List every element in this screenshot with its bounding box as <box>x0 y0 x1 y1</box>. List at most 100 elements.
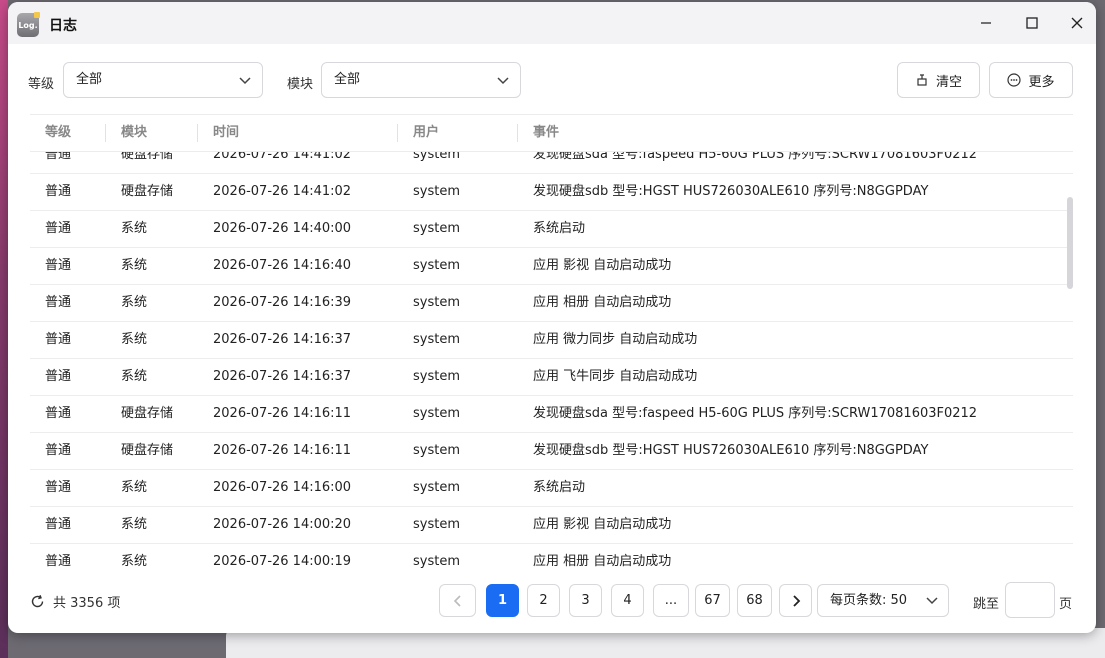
cell-level: 普通 <box>45 295 72 310</box>
chevron-down-icon <box>239 77 251 85</box>
cell-event: 系统启动 <box>533 480 586 495</box>
clear-button[interactable]: 清空 <box>897 62 980 98</box>
column-separator <box>397 124 398 142</box>
cell-user: system <box>413 258 460 273</box>
table-row[interactable]: 普通 系统 2026-07-26 14:00:19 system 应用 相册 自动启动成… <box>30 544 1073 568</box>
cell-time: 2026-07-26 14:41:02 <box>213 152 352 162</box>
table-row[interactable]: 普通 硬盘存储 2026-07-26 14:41:02 system 发现硬盘sda 型… <box>30 152 1073 174</box>
minimize-button[interactable] <box>973 12 999 34</box>
column-header-time[interactable]: 时间 <box>213 115 239 151</box>
chevron-down-icon <box>926 597 938 605</box>
level-select-value: 全部 <box>76 72 103 87</box>
cell-module: 硬盘存储 <box>121 443 174 458</box>
column-header-event[interactable]: 事件 <box>533 115 559 151</box>
table-row[interactable]: 普通 系统 2026-07-26 14:16:37 system 应用 微力同步 自动启… <box>30 322 1073 359</box>
page-size-select[interactable]: 每页条数: 50 <box>817 584 949 617</box>
table-row[interactable]: 普通 系统 2026-07-26 14:40:00 system 系统启动 <box>30 211 1073 248</box>
next-page-button[interactable] <box>779 584 812 617</box>
cell-level: 普通 <box>45 221 72 236</box>
chevron-right-icon <box>792 594 800 607</box>
cell-time: 2026-07-26 14:16:37 <box>213 332 352 347</box>
module-select-value: 全部 <box>334 72 361 87</box>
log-window: Log. 日志 等级 全部 模块 全部 清空 更多 等级 模块 时间 用户 事件… <box>8 2 1096 633</box>
chevron-down-icon <box>497 77 509 85</box>
cell-time: 2026-07-26 14:16:11 <box>213 443 352 458</box>
column-separator <box>197 124 198 142</box>
table-row[interactable]: 普通 硬盘存储 2026-07-26 14:16:11 system 发现硬盘sda 型… <box>30 396 1073 433</box>
column-header-module[interactable]: 模块 <box>121 115 147 151</box>
cell-user: system <box>413 221 460 236</box>
page-button-68[interactable]: 68 <box>737 584 772 617</box>
title-bar[interactable]: Log. 日志 <box>8 2 1096 44</box>
minimize-icon <box>981 22 991 24</box>
app-icon-text: Log. <box>18 21 38 30</box>
desktop-background-left <box>0 0 8 658</box>
close-button[interactable] <box>1064 12 1090 34</box>
refresh-icon[interactable] <box>30 594 45 609</box>
table-scrollbar[interactable] <box>1067 197 1073 289</box>
cell-user: system <box>413 480 460 495</box>
cell-time: 2026-07-26 14:00:20 <box>213 517 352 532</box>
table-row[interactable]: 普通 系统 2026-07-26 14:16:39 system 应用 相册 自动启动成… <box>30 285 1073 322</box>
table-row[interactable]: 普通 系统 2026-07-26 14:16:00 system 系统启动 <box>30 470 1073 507</box>
cell-module: 系统 <box>121 332 148 347</box>
table-row[interactable]: 普通 系统 2026-07-26 14:00:20 system 应用 影视 自动启动成… <box>30 507 1073 544</box>
cell-user: system <box>413 443 460 458</box>
cell-level: 普通 <box>45 406 72 421</box>
cell-user: system <box>413 517 460 532</box>
cell-module: 系统 <box>121 480 148 495</box>
clear-button-label: 清空 <box>935 74 962 90</box>
cell-level: 普通 <box>45 517 72 532</box>
table-row[interactable]: 普通 系统 2026-07-26 14:16:40 system 应用 影视 自动启动成… <box>30 248 1073 285</box>
cell-time: 2026-07-26 14:00:19 <box>213 554 352 568</box>
page-ellipsis[interactable]: ... <box>653 584 689 617</box>
cell-module: 系统 <box>121 517 148 532</box>
cell-event: 发现硬盘sdb 型号:HGST HUS726030ALE610 序列号:N8GG… <box>533 443 929 458</box>
page-size-value: 每页条数: 50 <box>830 593 908 608</box>
cell-level: 普通 <box>45 369 72 384</box>
cell-user: system <box>413 406 460 421</box>
total-count-text: 共 3356 项 <box>53 596 121 611</box>
page-button-4[interactable]: 4 <box>611 584 644 617</box>
jump-suffix: 页 <box>1059 597 1073 612</box>
module-select[interactable]: 全部 <box>321 62 521 98</box>
maximize-button[interactable] <box>1019 12 1045 34</box>
cell-level: 普通 <box>45 443 72 458</box>
cell-user: system <box>413 295 460 310</box>
column-header-level[interactable]: 等级 <box>45 115 71 151</box>
level-filter-label: 等级 <box>28 77 55 92</box>
column-header-user[interactable]: 用户 <box>413 115 439 151</box>
cell-module: 硬盘存储 <box>121 152 174 162</box>
table-row[interactable]: 普通 硬盘存储 2026-07-26 14:41:02 system 发现硬盘sdb 型… <box>30 174 1073 211</box>
cell-level: 普通 <box>45 332 72 347</box>
cell-level: 普通 <box>45 152 72 162</box>
cell-event: 应用 相册 自动启动成功 <box>533 295 672 310</box>
cell-time: 2026-07-26 14:16:39 <box>213 295 352 310</box>
table-header: 等级 模块 时间 用户 事件 <box>30 114 1073 152</box>
cell-time: 2026-07-26 14:16:37 <box>213 369 352 384</box>
cell-level: 普通 <box>45 554 72 568</box>
cell-time: 2026-07-26 14:16:11 <box>213 406 352 421</box>
cell-user: system <box>413 184 460 199</box>
app-icon-corner <box>34 12 40 18</box>
page-button-67[interactable]: 67 <box>695 584 730 617</box>
page-button-2[interactable]: 2 <box>527 584 560 617</box>
more-button[interactable]: 更多 <box>989 62 1073 98</box>
window-title: 日志 <box>49 18 77 34</box>
module-filter-label: 模块 <box>287 77 314 92</box>
log-table-body[interactable]: 普通 硬盘存储 2026-07-26 14:41:02 system 发现硬盘sda 型… <box>30 152 1073 568</box>
table-row[interactable]: 普通 系统 2026-07-26 14:16:37 system 应用 飞牛同步 自动启… <box>30 359 1073 396</box>
cell-event: 应用 影视 自动启动成功 <box>533 517 672 532</box>
page-button-1[interactable]: 1 <box>486 584 519 617</box>
cell-event: 应用 影视 自动启动成功 <box>533 258 672 273</box>
level-select[interactable]: 全部 <box>63 62 263 98</box>
prev-page-button[interactable] <box>439 584 476 617</box>
cell-level: 普通 <box>45 480 72 495</box>
page-button-3[interactable]: 3 <box>569 584 602 617</box>
table-row[interactable]: 普通 硬盘存储 2026-07-26 14:16:11 system 发现硬盘sdb 型… <box>30 433 1073 470</box>
cell-level: 普通 <box>45 258 72 273</box>
cell-module: 系统 <box>121 258 148 273</box>
more-icon <box>1007 73 1022 87</box>
column-separator <box>105 124 106 142</box>
jump-page-input[interactable] <box>1005 582 1055 618</box>
